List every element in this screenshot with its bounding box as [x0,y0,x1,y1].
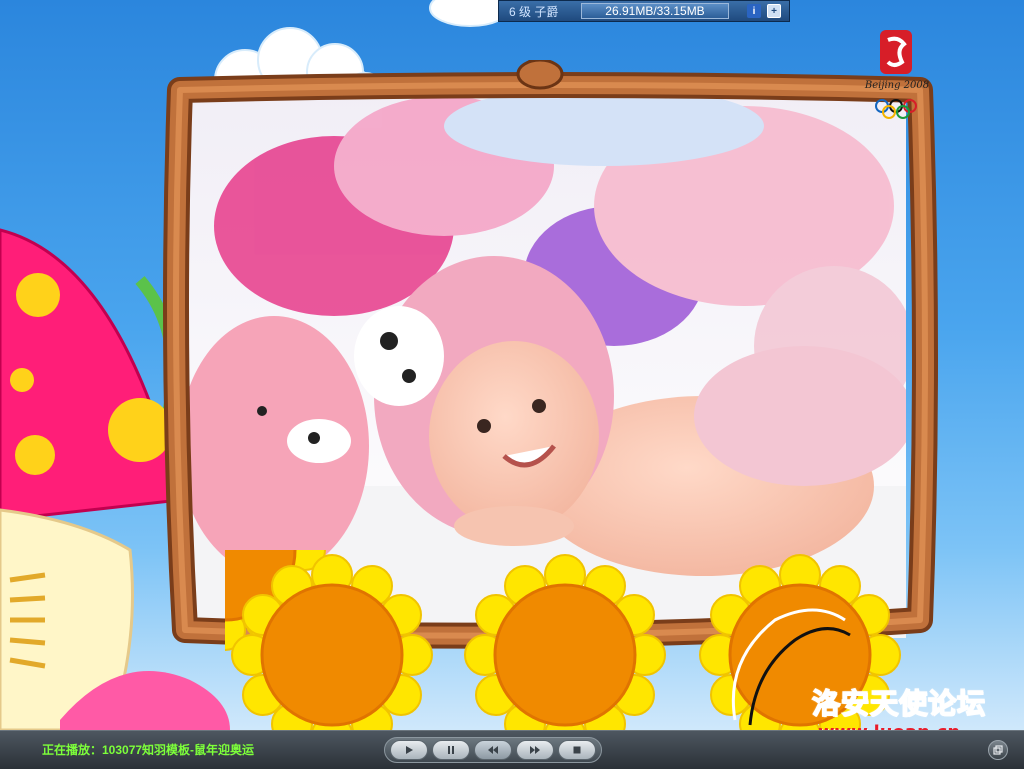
stop-icon [573,746,581,754]
info-icon[interactable]: i [747,4,761,18]
now-playing-text: 正在播放：103077知羽模板-鼠年迎奥运 [42,743,255,757]
fast-forward-button[interactable] [516,740,554,760]
player-control-bar: 正在播放：103077知羽模板-鼠年迎奥运 [0,730,1024,769]
pause-icon [448,746,454,754]
playback-controls [384,737,602,763]
play-icon [406,746,413,754]
status-bar: 6 级 子爵 26.91MB/33.15MB i + [498,0,790,22]
slideshow-stage: Beijing 2008 洛安天使论坛 www.luoan.cn [0,0,1024,730]
restore-icon [993,745,1003,755]
rewind-icon [488,746,498,754]
pause-button[interactable] [432,740,470,760]
play-button[interactable] [390,740,428,760]
beijing-2008-logo [875,30,917,119]
expand-icon[interactable]: + [767,4,781,18]
fast-forward-icon [530,746,540,754]
stop-button[interactable] [558,740,596,760]
window-restore-button[interactable] [988,740,1008,760]
watermark-url: www.luoan.cn [818,722,960,730]
user-level: 6 级 子爵 [509,4,559,19]
rewind-button[interactable] [474,740,512,760]
beijing-2008-text: Beijing 2008 [864,80,930,91]
watermark-text: 洛安天使论坛 [811,686,987,721]
memory-usage: 26.91MB/33.15MB [581,3,729,19]
